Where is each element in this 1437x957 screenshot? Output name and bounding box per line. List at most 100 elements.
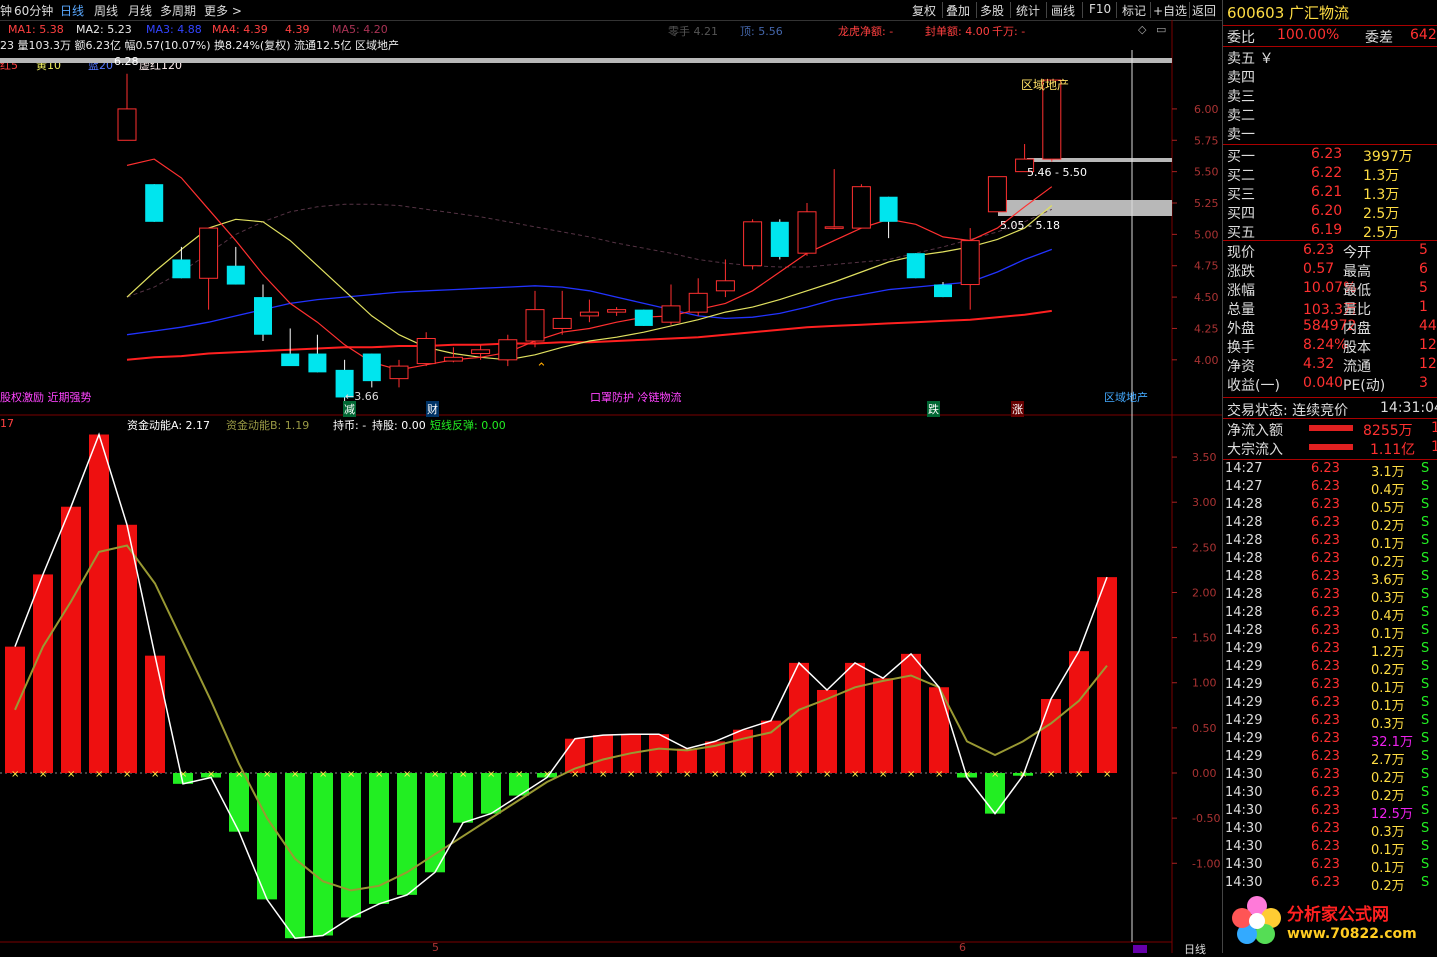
- sub-axis-label: 2.00: [1192, 586, 1217, 599]
- buy-volume: 2.5万: [1363, 206, 1400, 222]
- buy-level-row[interactable]: 买五 6.19 2.5万: [1227, 222, 1437, 241]
- tick-row[interactable]: 14:29 6.23 0.1万 S: [1225, 695, 1437, 714]
- period-label[interactable]: 日线: [1184, 941, 1206, 957]
- tick-row[interactable]: 14:30 6.23 0.2万 S: [1225, 767, 1437, 786]
- tick-row[interactable]: 14:28 6.23 3.6万 S: [1225, 569, 1437, 588]
- tick-volume: 0.2万: [1371, 519, 1405, 534]
- tick-row[interactable]: 14:28 6.23 0.2万 S: [1225, 551, 1437, 570]
- tick-volume: 0.4万: [1371, 609, 1405, 624]
- buy-level-label: 买五: [1227, 225, 1255, 241]
- stat-row[interactable]: 现价 6.23 今开 5: [1227, 242, 1437, 261]
- kline-chart[interactable]: × × × × × × × × × × × × × × × × × × × × × × × × × × × × × × × × × × × × × × × ×…: [0, 0, 1222, 953]
- signal-up-icon[interactable]: ⌃: [536, 361, 547, 376]
- tag-jian[interactable]: 减: [343, 401, 356, 417]
- tick-row[interactable]: 14:27 6.23 0.4万 S: [1225, 479, 1437, 498]
- tick-time: 14:29: [1225, 659, 1263, 674]
- sub-axis-label: -0.50: [1192, 812, 1220, 825]
- tick-price: 6.23: [1311, 821, 1340, 836]
- sell-level-row[interactable]: 卖三: [1227, 86, 1437, 105]
- stat-row[interactable]: 收益(一) 0.040 PE(动) 3: [1227, 375, 1437, 394]
- stat-row[interactable]: 换手 8.24%股本 12.5: [1227, 337, 1437, 356]
- tick-volume: 0.4万: [1371, 483, 1405, 498]
- momentum-bar: [229, 773, 249, 832]
- tag-die[interactable]: 跌: [927, 401, 940, 417]
- tick-row[interactable]: 14:29 6.23 0.2万 S: [1225, 659, 1437, 678]
- candle-body-up: [416, 337, 436, 365]
- momentum-bar: [369, 773, 389, 904]
- tick-row[interactable]: 14:29 6.23 1.2万 S: [1225, 641, 1437, 660]
- tick-side: S: [1421, 875, 1430, 890]
- tick-row[interactable]: 14:28 6.23 0.3万 S: [1225, 587, 1437, 606]
- tick-row[interactable]: 14:27 6.23 3.1万 S: [1225, 461, 1437, 480]
- zero-marker-icon: ×: [851, 769, 859, 780]
- candle-body-down: [308, 353, 327, 373]
- momentum-bar: [145, 655, 165, 774]
- block-inflow-label: 大宗流入: [1227, 442, 1283, 458]
- tick-row[interactable]: 14:29 6.23 0.3万 S: [1225, 713, 1437, 732]
- tick-row[interactable]: 14:30 6.23 0.2万 S: [1225, 875, 1437, 894]
- tick-row[interactable]: 14:29 6.23 2.7万 S: [1225, 749, 1437, 768]
- sell-level-row[interactable]: 卖二: [1227, 105, 1437, 124]
- tick-row[interactable]: 14:30 6.23 0.1万 S: [1225, 839, 1437, 858]
- tick-row[interactable]: 14:28 6.23 0.1万 S: [1225, 623, 1437, 642]
- tag-cai[interactable]: 财: [426, 401, 439, 417]
- tick-row[interactable]: 14:29 6.23 0.1万 S: [1225, 677, 1437, 696]
- zero-marker-icon: ×: [907, 769, 915, 780]
- price-axis-label: 5.00: [1194, 228, 1219, 241]
- candle-body-down: [770, 221, 789, 257]
- zero-marker-icon: ×: [375, 769, 383, 780]
- tick-row[interactable]: 14:28 6.23 0.4万 S: [1225, 605, 1437, 624]
- tick-price: 6.23: [1311, 839, 1340, 854]
- tick-row[interactable]: 14:30 6.23 0.3万 S: [1225, 821, 1437, 840]
- tick-row[interactable]: 14:28 6.23 0.1万 S: [1225, 533, 1437, 552]
- tick-row[interactable]: 14:30 6.23 12.5万 S: [1225, 803, 1437, 822]
- weicha-value: 642: [1410, 27, 1437, 43]
- stat-row[interactable]: 涨跌 0.57 最高 6: [1227, 261, 1437, 280]
- tick-side: S: [1421, 515, 1430, 530]
- stat-label: 外盘: [1227, 321, 1255, 337]
- tick-row[interactable]: 14:28 6.23 0.5万 S: [1225, 497, 1437, 516]
- buy-level-row[interactable]: 买四 6.20 2.5万: [1227, 203, 1437, 222]
- stock-code: 600603: [1227, 4, 1285, 22]
- tick-volume: 32.1万: [1371, 735, 1413, 750]
- candle-body-up: [389, 365, 409, 380]
- buy-volume: 1.3万: [1363, 168, 1400, 184]
- momentum-bar: [285, 773, 305, 939]
- buy-volume: 2.5万: [1363, 225, 1400, 241]
- watermark-title: 分析家公式网: [1287, 905, 1389, 925]
- tag-zhang[interactable]: 涨: [1011, 401, 1024, 417]
- stat-label: 现价: [1227, 245, 1255, 261]
- stat-value-2: 6: [1419, 261, 1428, 277]
- buy-level-row[interactable]: 买二 6.22 1.3万: [1227, 165, 1437, 184]
- buy-level-row[interactable]: 买三 6.21 1.3万: [1227, 184, 1437, 203]
- sell-level-label: 卖四: [1227, 70, 1255, 86]
- momentum-bar: [5, 646, 25, 774]
- tick-row[interactable]: 14:29 6.23 32.1万 S: [1225, 731, 1437, 750]
- sell-level-row[interactable]: 卖一: [1227, 124, 1437, 143]
- stat-row[interactable]: 外盘584972内盘4476: [1227, 318, 1437, 337]
- stat-value: 6.23: [1303, 242, 1335, 258]
- sell-level-row[interactable]: 卖四: [1227, 67, 1437, 86]
- sell-level-row[interactable]: 卖五 ￥: [1227, 48, 1437, 67]
- net-inflow-bar: [1309, 425, 1353, 431]
- price-axis-label: 4.00: [1194, 354, 1219, 367]
- stat-label-2: 最低: [1343, 283, 1371, 299]
- tick-time: 14:28: [1225, 587, 1263, 602]
- tick-row[interactable]: 14:30 6.23 0.1万 S: [1225, 857, 1437, 876]
- candle-body-down: [879, 196, 898, 222]
- momentum-bar: [789, 662, 809, 774]
- tick-row[interactable]: 14:30 6.23 0.2万 S: [1225, 785, 1437, 804]
- webi-label: 委比: [1227, 30, 1255, 46]
- stat-row[interactable]: 涨幅 10.07% 最低 5: [1227, 280, 1437, 299]
- scroll-handle[interactable]: [1133, 945, 1147, 953]
- tick-price: 6.23: [1311, 713, 1340, 728]
- tick-time: 14:27: [1225, 479, 1263, 494]
- buy-level-row[interactable]: 买一 6.23 3997万: [1227, 146, 1437, 165]
- stat-row[interactable]: 总量 103.3万 量比 1: [1227, 299, 1437, 318]
- stat-row[interactable]: 净资 4.32 流通 12.5: [1227, 356, 1437, 375]
- stat-value-2: 3: [1419, 375, 1428, 391]
- momentum-bar: [117, 524, 137, 774]
- tick-row[interactable]: 14:28 6.23 0.2万 S: [1225, 515, 1437, 534]
- ma120-line: [126, 203, 1053, 298]
- stat-label-2: 最高: [1343, 264, 1371, 280]
